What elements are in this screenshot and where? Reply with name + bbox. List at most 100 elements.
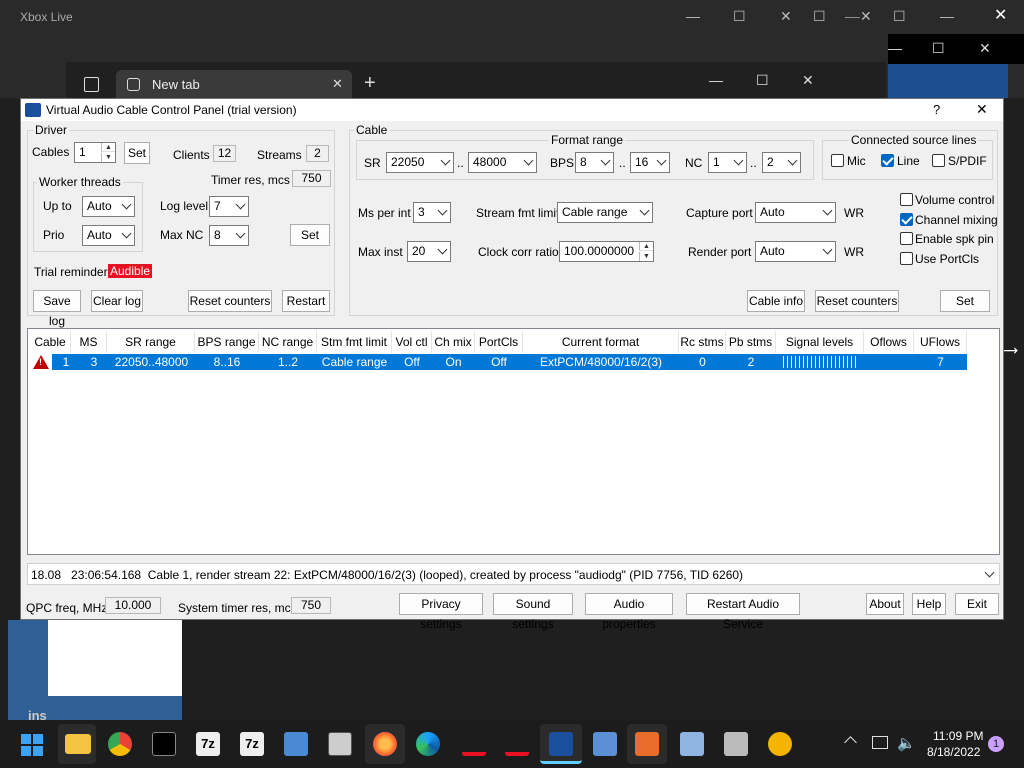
sevenzip-icon[interactable]: 7z: [240, 732, 264, 756]
minimize-icon[interactable]: —: [686, 8, 700, 24]
save-log-button[interactable]: Save log: [33, 290, 81, 328]
render-port-select[interactable]: Auto: [755, 241, 836, 262]
audio-tool-icon[interactable]: [505, 732, 529, 756]
restart-audio-service-button[interactable]: Restart Audio Service: [686, 593, 800, 631]
sr-from-select[interactable]: 22050: [386, 152, 454, 173]
col-header[interactable]: Oflows: [864, 331, 914, 353]
col-header[interactable]: Signal levels: [776, 331, 864, 353]
col-header[interactable]: SR range: [107, 331, 195, 353]
image-viewer-icon[interactable]: [680, 732, 704, 756]
max-inst-select[interactable]: 20: [407, 241, 451, 262]
col-header[interactable]: Rc stms: [679, 331, 726, 353]
enable-spk-pin-checkbox[interactable]: [900, 232, 913, 245]
exit-button[interactable]: Exit: [955, 593, 999, 615]
col-header[interactable]: BPS range: [195, 331, 259, 353]
col-header[interactable]: PortCls: [475, 331, 523, 353]
close-icon[interactable]: ✕: [994, 5, 1007, 25]
table-row[interactable]: 1 3 22050..48000 8..16 1..2 Cable range …: [52, 354, 967, 370]
computer-icon[interactable]: [284, 732, 308, 756]
cables-table[interactable]: Cable MS SR range BPS range NC range Stm…: [27, 328, 1000, 555]
close-icon[interactable]: ✕: [860, 8, 872, 25]
col-header[interactable]: Pb stms: [726, 331, 776, 353]
bps-to-select[interactable]: 16: [630, 152, 670, 173]
maximize-icon[interactable]: ☐: [932, 40, 945, 57]
cables-spinner[interactable]: 1 ▲ ▼: [74, 142, 116, 163]
minimize-icon[interactable]: —: [940, 8, 954, 24]
log-level-select[interactable]: 7: [209, 196, 249, 217]
windows-start-icon[interactable]: [21, 734, 43, 756]
cable-reset-counters-button[interactable]: Reset counters: [815, 290, 899, 312]
close-icon[interactable]: ✕: [979, 40, 991, 57]
edge-icon[interactable]: [416, 732, 440, 756]
channel-mixing-checkbox[interactable]: [900, 213, 913, 226]
app-window-icon[interactable]: [328, 732, 352, 756]
clock-time[interactable]: 11:09 PM: [933, 729, 983, 743]
sevenzip-icon[interactable]: 7z: [196, 732, 220, 756]
nc-from-select[interactable]: 1: [708, 152, 747, 173]
ms-per-int-select[interactable]: 3: [413, 202, 451, 223]
clear-log-button[interactable]: Clear log: [91, 290, 143, 312]
maximize-icon[interactable]: ☐: [893, 8, 906, 25]
max-nc-set-button[interactable]: Set: [290, 224, 330, 246]
privacy-settings-button[interactable]: Privacy settings: [399, 593, 483, 631]
clock-date[interactable]: 8/18/2022: [927, 745, 980, 759]
minimize-icon[interactable]: —: [709, 72, 723, 88]
capture-port-select[interactable]: Auto: [755, 202, 836, 223]
cable-info-button[interactable]: Cable info: [747, 290, 805, 312]
minimize-icon[interactable]: —: [846, 8, 860, 24]
maximize-icon[interactable]: ☐: [813, 8, 826, 25]
volume-control-checkbox[interactable]: [900, 193, 913, 206]
cables-set-button[interactable]: Set: [124, 142, 150, 164]
use-portcls-checkbox[interactable]: [900, 252, 913, 265]
line-checkbox[interactable]: [881, 154, 894, 167]
col-header[interactable]: UFlows: [914, 331, 967, 353]
chrome-icon[interactable]: [108, 732, 132, 756]
col-header[interactable]: NC range: [259, 331, 317, 353]
network-app-icon[interactable]: [593, 732, 617, 756]
up-to-select[interactable]: Auto: [82, 196, 135, 217]
sound-settings-button[interactable]: Sound settings: [493, 593, 573, 631]
new-tab-plus-icon[interactable]: +: [364, 72, 376, 95]
col-header[interactable]: MS: [71, 331, 107, 353]
tab-actions-icon[interactable]: [84, 77, 99, 92]
show-hidden-icons-icon[interactable]: [844, 736, 857, 749]
spdif-checkbox[interactable]: [932, 154, 945, 167]
log-combobox[interactable]: 18.08 23:06:54.168 Cable 1, render strea…: [27, 563, 1000, 585]
spin-down-icon[interactable]: ▼: [101, 153, 115, 162]
sr-to-select[interactable]: 48000: [468, 152, 537, 173]
stream-fmt-limit-select[interactable]: Cable range: [557, 202, 653, 223]
maximize-icon[interactable]: ☐: [756, 72, 769, 89]
close-icon[interactable]: ✕: [780, 8, 792, 25]
trial-reminder-value[interactable]: Audible: [108, 264, 153, 278]
nc-to-select[interactable]: 2: [762, 152, 801, 173]
col-header[interactable]: Cable: [30, 331, 71, 353]
mic-checkbox[interactable]: [831, 154, 844, 167]
terminal-icon[interactable]: [152, 732, 176, 756]
max-nc-select[interactable]: 8: [209, 225, 249, 246]
restart-button[interactable]: Restart: [282, 290, 330, 312]
audio-tool-icon[interactable]: [462, 732, 486, 756]
close-button[interactable]: ✕: [976, 101, 988, 118]
about-button[interactable]: About: [866, 593, 904, 615]
col-header[interactable]: Ch mix: [432, 331, 475, 353]
bps-from-select[interactable]: 8: [575, 152, 614, 173]
weather-icon[interactable]: [768, 732, 792, 756]
col-header[interactable]: Vol ctl: [392, 331, 432, 353]
audio-properties-button[interactable]: Audio properties: [585, 593, 673, 631]
spin-up-icon[interactable]: ▲: [101, 143, 115, 152]
network-tool-icon[interactable]: [724, 732, 748, 756]
notification-badge[interactable]: 1: [988, 736, 1004, 752]
spin-up-icon[interactable]: ▲: [639, 242, 653, 251]
help-button-footer[interactable]: Help: [912, 593, 946, 615]
clock-corr-spinner[interactable]: 100.0000000 ▲ ▼: [559, 241, 654, 262]
close-icon[interactable]: ✕: [802, 72, 814, 89]
maximize-icon[interactable]: ☐: [733, 8, 746, 25]
cable-set-button[interactable]: Set: [940, 290, 990, 312]
col-header[interactable]: Stm fmt limit: [317, 331, 392, 353]
prio-select[interactable]: Auto: [82, 225, 135, 246]
driver-reset-counters-button[interactable]: Reset counters: [188, 290, 272, 312]
spin-down-icon[interactable]: ▼: [639, 252, 653, 261]
help-button[interactable]: ?: [933, 102, 940, 117]
network-icon[interactable]: [872, 736, 888, 749]
col-header[interactable]: Current format: [523, 331, 679, 353]
